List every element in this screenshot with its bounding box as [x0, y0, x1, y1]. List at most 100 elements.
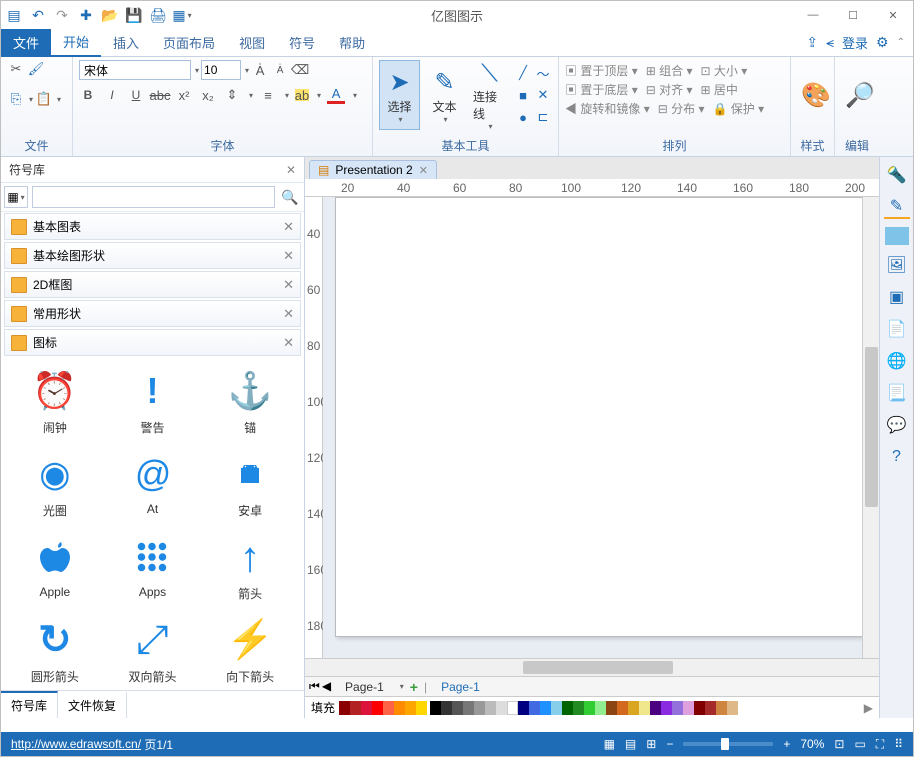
view-outline-icon[interactable]: ▤: [625, 737, 636, 751]
shape-at[interactable]: @At: [105, 446, 201, 523]
shape-alarm[interactable]: ⏰闹钟: [7, 363, 103, 440]
tab-symbol[interactable]: 符号: [277, 29, 327, 57]
pencil-icon[interactable]: ✎: [884, 195, 910, 219]
canvas[interactable]: [323, 197, 862, 658]
italic-icon[interactable]: I: [103, 86, 121, 104]
align-button[interactable]: ⊟ 对齐 ▾: [646, 81, 693, 98]
category-2d-block[interactable]: 2D框图✕: [4, 271, 301, 298]
zoom-slider[interactable]: [683, 742, 773, 746]
view-normal-icon[interactable]: ▦: [604, 737, 615, 751]
font-color-icon[interactable]: A: [327, 86, 345, 104]
style-button[interactable]: 🎨: [797, 60, 835, 130]
fit-page-icon[interactable]: ⊡: [834, 737, 844, 751]
connector-tool-button[interactable]: ⟍连接线▾: [469, 60, 510, 130]
settings-icon[interactable]: ⚙: [876, 34, 889, 51]
palette-swatches[interactable]: [339, 701, 738, 715]
tab-home[interactable]: 开始: [51, 29, 101, 57]
document-icon[interactable]: 📄: [884, 317, 910, 341]
panel-tab-library[interactable]: 符号库: [1, 691, 58, 718]
view-grid-icon[interactable]: ⊞: [646, 737, 656, 751]
underline-icon[interactable]: U: [127, 86, 145, 104]
category-icons[interactable]: 图标✕: [4, 329, 301, 356]
category-basic-shapes[interactable]: 基本绘图形状✕: [4, 242, 301, 269]
layers-icon[interactable]: ▣: [884, 285, 910, 309]
subscript-icon[interactable]: x₂: [199, 86, 217, 104]
shape-anchor[interactable]: ⚓锚: [202, 363, 298, 440]
crop-icon[interactable]: ⊏: [534, 108, 552, 126]
minimize-button[interactable]: —: [793, 1, 833, 29]
panel-close-icon[interactable]: ✕: [286, 163, 296, 177]
shape-apple[interactable]: Apple: [7, 529, 103, 606]
group-button[interactable]: ⊞ 组合 ▾: [646, 62, 693, 79]
tab-file[interactable]: 文件: [1, 29, 51, 57]
x-icon[interactable]: ✕: [534, 86, 552, 104]
strike-icon[interactable]: abc: [151, 86, 169, 104]
bold-icon[interactable]: B: [79, 86, 97, 104]
page-current[interactable]: Page-1: [433, 679, 488, 695]
page-dropdown-icon[interactable]: ▾: [400, 682, 404, 691]
panel-tab-recovery[interactable]: 文件恢复: [58, 691, 127, 718]
category-common-shapes[interactable]: 常用形状✕: [4, 300, 301, 327]
increase-font-icon[interactable]: A̍: [251, 61, 269, 79]
library-selector[interactable]: ▦▾: [4, 186, 28, 208]
page-icon[interactable]: 📃: [884, 381, 910, 405]
shape-warning[interactable]: !警告: [105, 363, 201, 440]
shape-bolt[interactable]: ⚡向下箭头: [202, 612, 298, 689]
superscript-icon[interactable]: x²: [175, 86, 193, 104]
protect-button[interactable]: 🔒 保护 ▾: [712, 100, 764, 117]
tab-layout[interactable]: 页面布局: [151, 29, 227, 57]
close-button[interactable]: ✕: [873, 1, 913, 29]
collapse-icon[interactable]: ⌃: [897, 37, 905, 48]
close-tab-icon[interactable]: ✕: [419, 164, 428, 177]
bullets-icon[interactable]: ≡: [259, 86, 277, 104]
select-tool-button[interactable]: ➤选择▾: [379, 60, 420, 130]
shape-aperture[interactable]: ◉光圈: [7, 446, 103, 523]
fill-icon[interactable]: [885, 227, 909, 245]
share2-icon[interactable]: ⪪: [826, 34, 834, 51]
ellipse-icon[interactable]: ●: [514, 108, 532, 126]
palette-scroll-icon[interactable]: ▶: [864, 701, 873, 715]
bring-front-button[interactable]: ▣ 置于顶层 ▾: [565, 62, 638, 79]
category-basic-chart[interactable]: 基本图表✕: [4, 213, 301, 240]
add-page-button[interactable]: +: [410, 679, 418, 695]
share-icon[interactable]: ⇪: [806, 34, 818, 51]
app-icon[interactable]: ▤: [5, 6, 23, 24]
distribute-button[interactable]: ⊟ 分布 ▾: [658, 100, 705, 117]
export-icon[interactable]: ▦▾: [173, 6, 191, 24]
picture-icon[interactable]: 🖼: [884, 253, 910, 277]
globe-icon[interactable]: 🌐: [884, 349, 910, 373]
paste-icon[interactable]: 📋: [35, 90, 53, 108]
format-painter-icon[interactable]: 🖌: [27, 60, 45, 78]
rect-icon[interactable]: ■: [514, 86, 532, 104]
page[interactable]: [335, 197, 862, 637]
tab-help[interactable]: 帮助: [327, 29, 377, 57]
copy-icon[interactable]: ⎘: [7, 90, 25, 108]
zoom-value[interactable]: 70%: [800, 737, 824, 751]
tab-insert[interactable]: 插入: [101, 29, 151, 57]
save-icon[interactable]: 💾: [125, 6, 143, 24]
shape-bidir[interactable]: ⤢双向箭头: [105, 612, 201, 689]
cut-icon[interactable]: ✂: [7, 60, 25, 78]
new-icon[interactable]: ✚: [77, 6, 95, 24]
center-button[interactable]: ⊞ 居中: [700, 81, 737, 98]
tab-view[interactable]: 视图: [227, 29, 277, 57]
font-name-input[interactable]: [79, 60, 191, 80]
more-icon[interactable]: ⠿: [894, 737, 903, 751]
shape-reload[interactable]: ↻圆形箭头: [7, 612, 103, 689]
help-icon[interactable]: ?: [884, 445, 910, 469]
maximize-button[interactable]: ☐: [833, 1, 873, 29]
page-name[interactable]: Page-1: [337, 679, 392, 695]
page-first-icon[interactable]: ⏮: [309, 679, 320, 694]
login-button[interactable]: 登录: [842, 33, 868, 52]
text-tool-button[interactable]: ✎文本▾: [424, 60, 465, 130]
open-icon[interactable]: 📂: [101, 6, 119, 24]
size-button[interactable]: ⊡ 大小 ▾: [700, 62, 747, 79]
shape-arrow[interactable]: ↑箭头: [202, 529, 298, 606]
search-button[interactable]: 🔍: [279, 186, 301, 208]
highlight-icon[interactable]: ab: [295, 89, 309, 101]
font-size-input[interactable]: [201, 60, 241, 80]
comment-icon[interactable]: 💬: [884, 413, 910, 437]
horizontal-scrollbar[interactable]: [323, 659, 879, 676]
website-link[interactable]: http://www.edrawsoft.cn/: [11, 737, 141, 751]
torch-icon[interactable]: 🔦: [884, 163, 910, 187]
